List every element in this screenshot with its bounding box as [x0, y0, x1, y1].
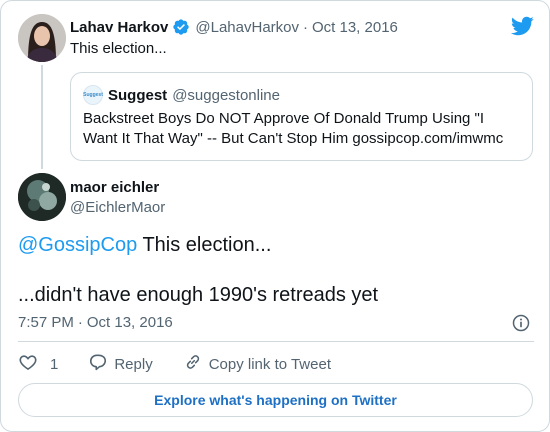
twitter-bird-icon[interactable]	[510, 14, 534, 38]
like-count: 1	[50, 355, 59, 373]
explore-twitter-button[interactable]: Explore what's happening on Twitter	[18, 383, 533, 417]
tweet-date: Oct 13, 2016	[86, 314, 173, 331]
tweet-actions: 1 Reply Copy link to Tweet	[18, 352, 331, 376]
verified-badge-icon	[172, 18, 190, 36]
tweet-timestamp[interactable]: 7:57 PM · Oct 13, 2016	[18, 314, 173, 331]
tweet-text-part: This election...	[137, 234, 272, 256]
tweet-text-line-1: @GossipCop This election...	[18, 234, 271, 257]
heart-icon	[18, 352, 44, 376]
reply-label: Reply	[114, 355, 153, 373]
avatar-lahav-harkov[interactable]	[18, 14, 66, 62]
quoted-tweet[interactable]: Suggest Suggest @suggestonline Backstree…	[70, 72, 533, 161]
parent-separator: ·	[303, 18, 308, 36]
quoted-tweet-text: Backstreet Boys Do NOT Approve Of Donald…	[83, 110, 504, 147]
action-divider	[18, 341, 534, 342]
info-icon[interactable]	[511, 313, 531, 333]
tweet-author-handle[interactable]: @EichlerMaor	[70, 199, 165, 216]
quoted-author-handle: @suggestonline	[172, 86, 280, 104]
parent-tweet-date[interactable]: Oct 13, 2016	[312, 19, 398, 36]
avatar-maor-eichler[interactable]	[18, 173, 66, 221]
reply-button[interactable]: Reply	[88, 352, 153, 376]
quoted-author-name: Suggest	[108, 86, 168, 104]
thread-connector-line	[41, 65, 43, 169]
tweet-author-name[interactable]: maor eichler	[70, 179, 159, 196]
speech-bubble-icon	[88, 352, 114, 376]
link-icon	[183, 352, 209, 376]
tweet-time: 7:57 PM	[18, 314, 74, 331]
mention-link[interactable]: @GossipCop	[18, 234, 137, 256]
like-button[interactable]: 1	[18, 352, 58, 376]
copy-link-button[interactable]: Copy link to Tweet	[183, 352, 331, 376]
timestamp-separator: ·	[77, 314, 83, 331]
avatar-suggest: Suggest	[83, 85, 103, 105]
embedded-tweet-card: Lahav Harkov @LahavHarkov · Oct 13, 2016…	[0, 0, 550, 432]
parent-tweet-header: Lahav Harkov @LahavHarkov · Oct 13, 2016	[70, 17, 398, 37]
parent-tweet-text: This election...	[70, 40, 167, 57]
quoted-tweet-header: Suggest Suggest @suggestonline	[83, 85, 280, 105]
parent-author-handle[interactable]: @LahavHarkov	[195, 19, 299, 36]
parent-author-name[interactable]: Lahav Harkov	[70, 19, 168, 36]
copy-link-label: Copy link to Tweet	[208, 355, 331, 373]
tweet-text-line-2: ...didn't have enough 1990's retreads ye…	[18, 284, 379, 306]
